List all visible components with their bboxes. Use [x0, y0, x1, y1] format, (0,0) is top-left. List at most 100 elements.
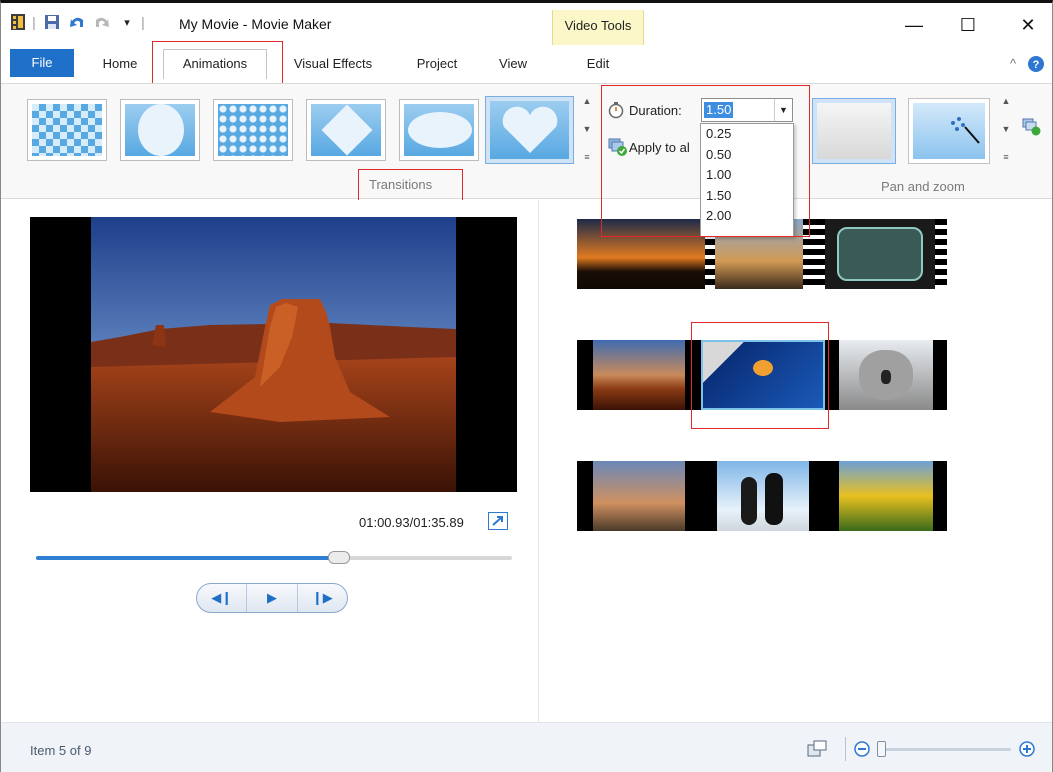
- duration-option[interactable]: 0.50: [701, 145, 793, 166]
- item-count-status: Item 5 of 9: [30, 743, 92, 758]
- apply-to-all-icon: [608, 138, 628, 159]
- scroll-down-icon[interactable]: ▼: [1002, 124, 1011, 134]
- storyboard-clip-desert[interactable]: [593, 340, 685, 410]
- circle-preview: [125, 104, 195, 156]
- tab-project[interactable]: Project: [405, 51, 469, 77]
- transition-checkerboard[interactable]: [27, 99, 107, 161]
- main-area: 01:00.93/01:35.89 ◀❙ ▶ ❙▶: [1, 200, 1052, 722]
- help-icon[interactable]: ?: [1027, 51, 1045, 77]
- ribbon-panel: ▲ ▼ ≡ Transitions Duration: 1.50 ▼ Apply t…: [1, 83, 1052, 199]
- film-app-icon: [11, 14, 25, 30]
- tab-file[interactable]: File: [10, 49, 74, 77]
- pane-divider[interactable]: [538, 200, 539, 722]
- minimize-button[interactable]: —: [891, 9, 937, 41]
- filmstrip-edge: [813, 219, 825, 289]
- storyboard-clip-penguins[interactable]: [717, 461, 809, 531]
- duration-option[interactable]: 1.50: [701, 186, 793, 207]
- pan-zoom-option[interactable]: [908, 98, 990, 164]
- title-card-ornament: [837, 227, 923, 281]
- scroll-up-icon[interactable]: ▲: [583, 96, 592, 106]
- transitions-gallery-scroll[interactable]: ▲ ▼ ≡: [581, 96, 593, 162]
- collapse-ribbon-icon[interactable]: ^: [1005, 51, 1021, 77]
- filmstrip-edge: [935, 219, 947, 289]
- pan-zoom-gallery-scroll[interactable]: ▲ ▼ ≡: [1000, 96, 1012, 162]
- dropdown-arrow-icon[interactable]: ▼: [774, 99, 792, 121]
- apply-pan-to-all-icon[interactable]: [1022, 118, 1042, 139]
- customize-quick-access-icon[interactable]: ▾: [121, 14, 133, 30]
- expand-preview-icon[interactable]: [488, 512, 508, 533]
- scroll-up-icon[interactable]: ▲: [1002, 96, 1011, 106]
- pan-zoom-group-label: Pan and zoom: [881, 179, 965, 194]
- next-frame-button[interactable]: ❙▶: [298, 584, 347, 612]
- playback-controls: ◀❙ ▶ ❙▶: [196, 583, 348, 613]
- window-title: My Movie - Movie Maker: [179, 16, 332, 32]
- duration-option[interactable]: 0.25: [701, 124, 793, 145]
- movie-maker-window: | ▾ | My Movie - Movie Maker Video Tools…: [0, 0, 1053, 772]
- storyboard-clip-title-card[interactable]: [813, 219, 947, 289]
- tab-visual-effects[interactable]: Visual Effects: [281, 51, 385, 77]
- play-icon: ▶: [266, 590, 277, 605]
- eye-preview: [404, 104, 474, 156]
- video-preview[interactable]: [30, 217, 517, 492]
- duration-option[interactable]: 1.00: [701, 165, 793, 186]
- zoom-slider[interactable]: [877, 741, 1011, 757]
- duration-option[interactable]: 2.00: [701, 206, 793, 227]
- transitions-group-label: Transitions: [369, 177, 433, 192]
- previous-frame-button[interactable]: ◀❙: [197, 584, 248, 612]
- koala-nose: [881, 370, 891, 384]
- pan-zoom-preview: [913, 103, 985, 159]
- tab-edit[interactable]: Edit: [552, 51, 644, 77]
- zoom-in-icon[interactable]: [1019, 741, 1035, 760]
- transition-eye[interactable]: [399, 99, 479, 161]
- duration-combobox[interactable]: 1.50 ▼: [701, 98, 793, 122]
- previous-frame-icon: ◀❙: [211, 590, 233, 605]
- play-button[interactable]: ▶: [247, 584, 298, 612]
- tab-home[interactable]: Home: [92, 51, 148, 77]
- tab-view[interactable]: View: [485, 51, 541, 77]
- scroll-down-icon[interactable]: ▼: [583, 124, 592, 134]
- save-icon[interactable]: [44, 14, 60, 30]
- desert-butte-image: [30, 217, 517, 492]
- transition-dots[interactable]: [213, 99, 293, 161]
- gallery-more-icon[interactable]: ≡: [1003, 152, 1008, 162]
- storyboard-row: [577, 461, 947, 531]
- close-button[interactable]: ✕: [1005, 9, 1051, 41]
- storyboard-clip-tulips[interactable]: [839, 461, 933, 531]
- zoom-out-icon[interactable]: [854, 741, 870, 760]
- storyboard-row: [577, 340, 947, 410]
- separator: |: [32, 14, 36, 30]
- maximize-button[interactable]: ☐: [945, 9, 991, 41]
- pan-none-preview: [817, 103, 891, 159]
- seek-thumb[interactable]: [327, 551, 350, 564]
- storyboard-clip-koala[interactable]: [839, 340, 933, 410]
- video-tools-context-label: Video Tools: [552, 10, 644, 50]
- jellyfish-body: [753, 360, 773, 376]
- next-frame-icon: ❙▶: [311, 590, 333, 605]
- transition-heart-selected[interactable]: [485, 96, 574, 164]
- seek-bar[interactable]: [36, 551, 512, 564]
- gallery-more-icon[interactable]: ≡: [584, 152, 589, 162]
- pan-zoom-none-selected[interactable]: [812, 98, 896, 164]
- storyboard-clip-sunset[interactable]: [577, 219, 705, 289]
- redo-icon[interactable]: [93, 14, 111, 30]
- storyboard-view-icon[interactable]: [807, 740, 827, 761]
- svg-text:?: ?: [1033, 59, 1040, 71]
- transition-circle[interactable]: [120, 99, 200, 161]
- stopwatch-icon: [608, 101, 624, 122]
- storyboard-clip-jellyfish-selected[interactable]: [701, 340, 825, 410]
- apply-to-all-label[interactable]: Apply to al: [629, 140, 690, 155]
- separator: |: [141, 14, 145, 30]
- dots-preview: [218, 104, 288, 156]
- heart-preview: [490, 101, 569, 159]
- duration-value[interactable]: 1.50: [704, 102, 734, 118]
- storyboard-clip-lighthouse[interactable]: [593, 461, 685, 531]
- ribbon-tabs: File Home Animations Visual Effects Proj…: [1, 45, 1052, 83]
- duration-label: Duration:: [629, 103, 682, 118]
- filmstrip-edge: [803, 219, 813, 289]
- tab-animations[interactable]: Animations: [163, 49, 267, 79]
- transition-diamond[interactable]: [306, 99, 386, 161]
- undo-icon[interactable]: [68, 14, 86, 30]
- zoom-slider-thumb[interactable]: [877, 741, 886, 757]
- status-bar: Item 5 of 9: [1, 722, 1052, 772]
- title-bar: | ▾ | My Movie - Movie Maker Video Tools…: [1, 3, 1052, 50]
